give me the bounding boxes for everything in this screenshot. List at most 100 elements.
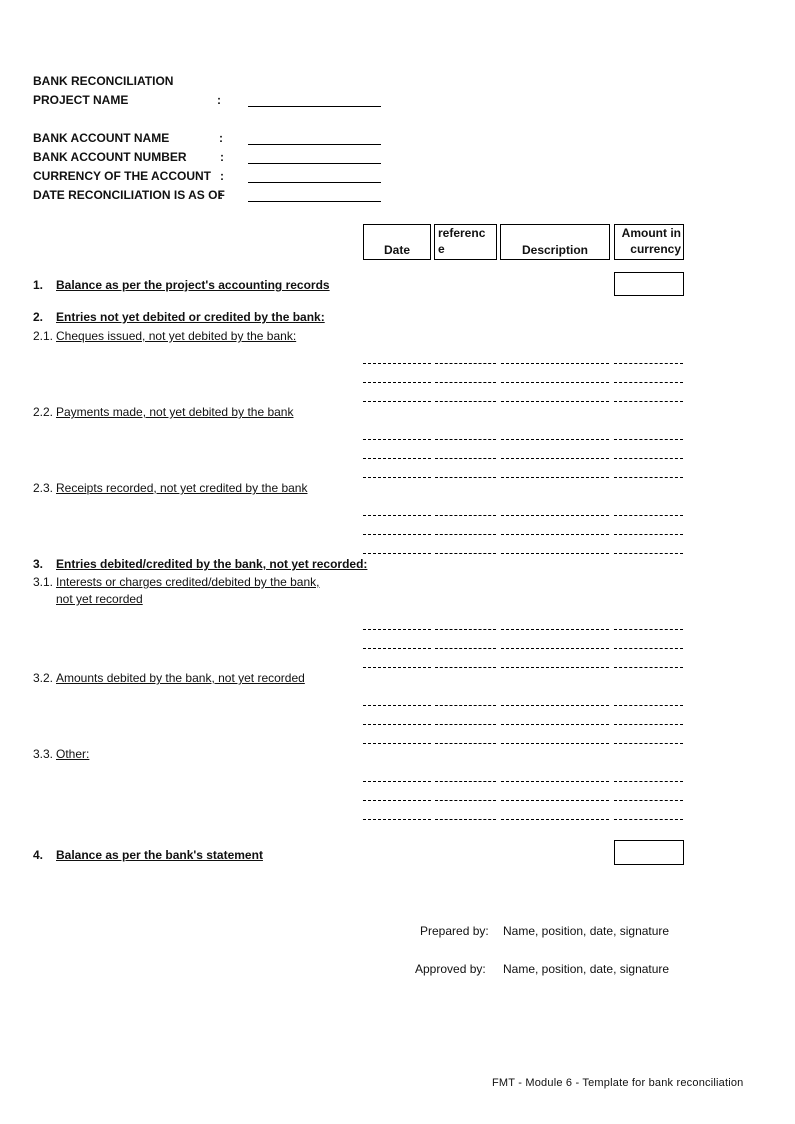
entry-amount-field[interactable] — [614, 781, 683, 782]
entry-description-field[interactable] — [501, 534, 609, 535]
entry-description-field[interactable] — [501, 705, 609, 706]
entry-reference-field[interactable] — [435, 781, 496, 782]
entry-reference-field[interactable] — [435, 477, 496, 478]
entry-reference-field[interactable] — [435, 648, 496, 649]
entry-date-field[interactable] — [363, 553, 431, 554]
bank-account-name-label: BANK ACCOUNT NAME — [33, 131, 170, 145]
entry-description-field[interactable] — [501, 667, 609, 668]
entry-date-field[interactable] — [363, 477, 431, 478]
project-name-field[interactable] — [248, 106, 381, 107]
entry-description-field[interactable] — [501, 553, 609, 554]
entry-amount-field[interactable] — [614, 724, 683, 725]
entry-date-field[interactable] — [363, 667, 431, 668]
entry-amount-field[interactable] — [614, 800, 683, 801]
approved-by-value[interactable]: Name, position, date, signature — [503, 962, 669, 976]
entry-date-field[interactable] — [363, 458, 431, 459]
entry-reference-field[interactable] — [435, 667, 496, 668]
entry-amount-field[interactable] — [614, 629, 683, 630]
project-balance-amount-box[interactable] — [614, 272, 684, 296]
entry-date-field[interactable] — [363, 629, 431, 630]
entry-date-field[interactable] — [363, 743, 431, 744]
entry-amount-field[interactable] — [614, 819, 683, 820]
entry-reference-field[interactable] — [435, 705, 496, 706]
entry-description-field[interactable] — [501, 515, 609, 516]
entry-date-field[interactable] — [363, 648, 431, 649]
entry-description-field[interactable] — [501, 382, 609, 383]
page-footer: FMT - Module 6 - Template for bank recon… — [492, 1077, 744, 1089]
entry-amount-field[interactable] — [614, 515, 683, 516]
section-2-label: Entries not yet debited or credited by t… — [56, 310, 325, 324]
entry-description-field[interactable] — [501, 648, 609, 649]
entry-amount-field[interactable] — [614, 382, 683, 383]
entry-date-field[interactable] — [363, 800, 431, 801]
entry-description-field[interactable] — [501, 819, 609, 820]
entry-amount-field[interactable] — [614, 401, 683, 402]
project-name-label: PROJECT NAME — [33, 93, 129, 107]
column-header-reference-line1: referenc — [438, 226, 486, 240]
entry-date-field[interactable] — [363, 515, 431, 516]
entry-amount-field[interactable] — [614, 667, 683, 668]
entry-description-field[interactable] — [501, 363, 609, 364]
currency-field[interactable] — [248, 182, 381, 183]
entry-reference-field[interactable] — [435, 629, 496, 630]
prepared-by-value[interactable]: Name, position, date, signature — [503, 924, 669, 938]
entry-description-field[interactable] — [501, 743, 609, 744]
entry-reference-field[interactable] — [435, 401, 496, 402]
entry-reference-field[interactable] — [435, 515, 496, 516]
entry-date-field[interactable] — [363, 724, 431, 725]
entry-date-field[interactable] — [363, 382, 431, 383]
entry-description-field[interactable] — [501, 458, 609, 459]
bank-balance-amount-box[interactable] — [614, 840, 684, 865]
entry-amount-field[interactable] — [614, 439, 683, 440]
entry-amount-field[interactable] — [614, 477, 683, 478]
entry-amount-field[interactable] — [614, 363, 683, 364]
entry-description-field[interactable] — [501, 781, 609, 782]
entry-description-field[interactable] — [501, 439, 609, 440]
entry-amount-field[interactable] — [614, 534, 683, 535]
entry-description-field[interactable] — [501, 724, 609, 725]
entry-date-field[interactable] — [363, 439, 431, 440]
entry-amount-field[interactable] — [614, 553, 683, 554]
entry-amount-field[interactable] — [614, 705, 683, 706]
section-1-label: Balance as per the project's accounting … — [56, 278, 330, 292]
section-3-2-label: Amounts debited by the bank, not yet rec… — [56, 671, 305, 685]
entry-reference-field[interactable] — [435, 382, 496, 383]
entry-date-field[interactable] — [363, 781, 431, 782]
section-1-number: 1. — [33, 278, 44, 292]
entry-reference-field[interactable] — [435, 363, 496, 364]
section-2-number: 2. — [33, 310, 44, 324]
section-2-1-label: Cheques issued, not yet debited by the b… — [56, 329, 297, 343]
entry-description-field[interactable] — [501, 401, 609, 402]
entry-reference-field[interactable] — [435, 553, 496, 554]
entry-date-field[interactable] — [363, 705, 431, 706]
project-name-colon: : — [217, 93, 221, 107]
entry-reference-field[interactable] — [435, 534, 496, 535]
entry-reference-field[interactable] — [435, 439, 496, 440]
entry-amount-field[interactable] — [614, 458, 683, 459]
entry-reference-field[interactable] — [435, 458, 496, 459]
reconciliation-date-field[interactable] — [248, 201, 381, 202]
section-3-3-label: Other: — [56, 747, 90, 761]
bank-account-name-colon: : — [219, 131, 223, 145]
entry-date-field[interactable] — [363, 819, 431, 820]
entry-reference-field[interactable] — [435, 800, 496, 801]
entry-amount-field[interactable] — [614, 648, 683, 649]
entry-reference-field[interactable] — [435, 724, 496, 725]
column-header-description-text: Description — [521, 243, 588, 257]
entry-description-field[interactable] — [501, 477, 609, 478]
entry-reference-field[interactable] — [435, 743, 496, 744]
section-3-1-label-line2: not yet recorded — [56, 592, 143, 606]
currency-label: CURRENCY OF THE ACCOUNT — [33, 169, 212, 183]
entry-amount-field[interactable] — [614, 743, 683, 744]
entry-date-field[interactable] — [363, 401, 431, 402]
prepared-by-label: Prepared by: — [420, 924, 489, 938]
entry-description-field[interactable] — [501, 800, 609, 801]
entry-date-field[interactable] — [363, 534, 431, 535]
bank-account-name-field[interactable] — [248, 144, 381, 145]
bank-account-number-field[interactable] — [248, 163, 381, 164]
entry-reference-field[interactable] — [435, 819, 496, 820]
section-2-3-number: 2.3. — [33, 481, 54, 495]
column-header-amount-line1: Amount in — [621, 226, 681, 240]
entry-date-field[interactable] — [363, 363, 431, 364]
entry-description-field[interactable] — [501, 629, 609, 630]
